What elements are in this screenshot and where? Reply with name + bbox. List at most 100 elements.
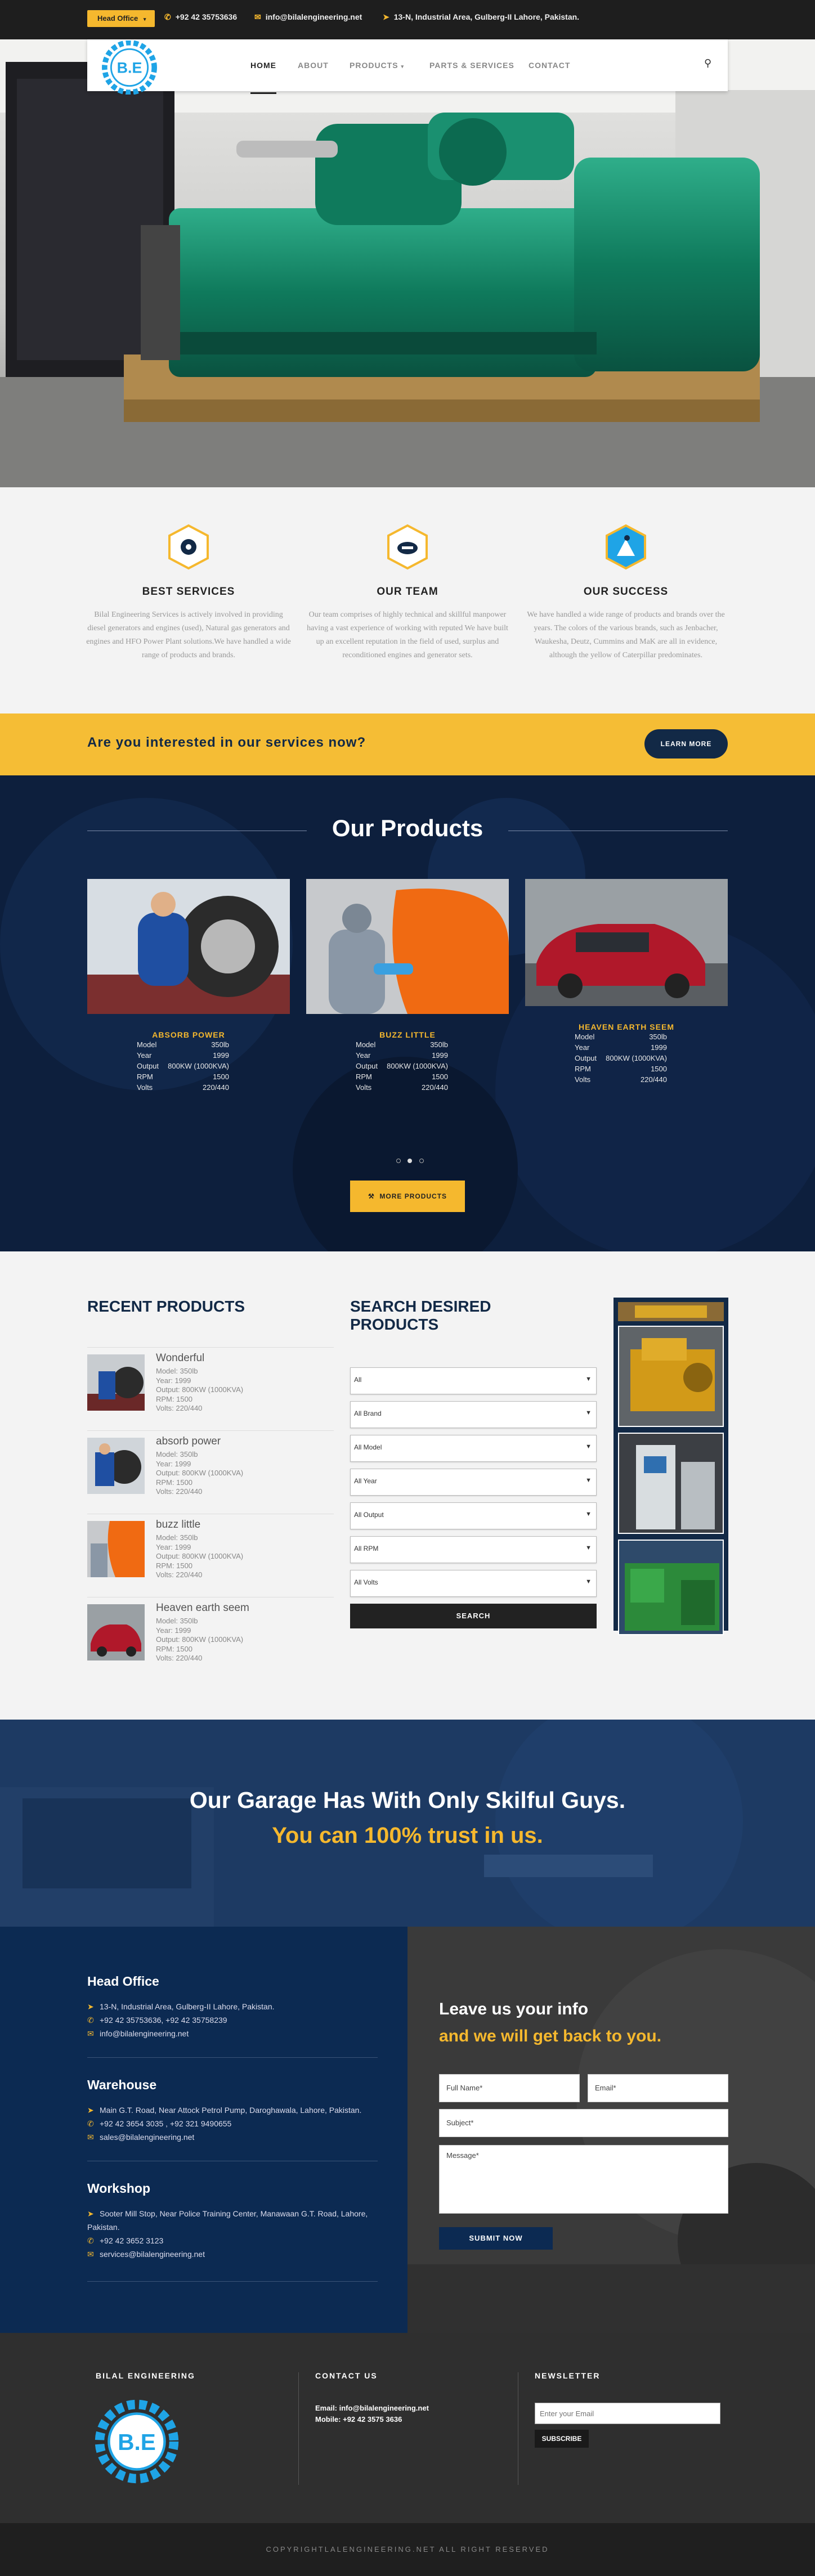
spec-row: Output 800KW (1000KVA) xyxy=(356,1062,448,1070)
nav-parts-services[interactable]: PARTS & SERVICES xyxy=(429,61,514,70)
logo[interactable]: B.E xyxy=(102,41,157,95)
recent-product-name[interactable]: Heaven earth seem xyxy=(156,1602,249,1614)
spec-row: Model 350lb xyxy=(137,1040,229,1049)
gallery-image[interactable] xyxy=(618,1433,724,1534)
learn-more-button[interactable]: LEARN MORE xyxy=(644,729,728,759)
cta-question: Are you interested in our services now? xyxy=(87,735,366,750)
recent-product-name[interactable]: absorb power xyxy=(156,1435,221,1448)
footer-logo[interactable]: B.E xyxy=(95,2399,179,2484)
gallery-image[interactable] xyxy=(618,1540,724,1635)
carousel-dot-active[interactable] xyxy=(408,1159,413,1163)
product-name: ABSORB POWER xyxy=(152,1030,225,1039)
recent-product-name[interactable]: Wonderful xyxy=(156,1352,204,1365)
search-products-title: SEARCH DESIRED PRODUCTS xyxy=(350,1298,491,1333)
envelope-icon: ✉ xyxy=(254,12,261,21)
select-brand[interactable]: All Brand ▼ xyxy=(350,1401,597,1428)
subject-field[interactable]: Subject* xyxy=(439,2109,728,2137)
product-card[interactable]: BUZZ LITTLE Model 350lb Year 1999 Output 80… xyxy=(306,879,509,1093)
feature-title: OUR SUCCESS xyxy=(583,586,669,598)
office-label: Head Office xyxy=(97,14,138,23)
product-thumbnail xyxy=(87,1604,145,1661)
caret-down-icon: ▼ xyxy=(585,1511,592,1518)
feature-text: We have handled a wide range of products… xyxy=(527,611,725,659)
feature-text: Our team comprises of highly technical a… xyxy=(307,611,508,659)
features-section: BEST SERVICES Bilal Engineering Services… xyxy=(0,487,815,713)
garage-banner: Our Garage Has With Only Skilful Guys. Y… xyxy=(0,1720,815,1927)
gallery-image[interactable] xyxy=(618,1302,724,1321)
full-name-field[interactable]: Full Name* xyxy=(439,2074,580,2102)
search-button[interactable]: SEARCH xyxy=(350,1604,597,1628)
svg-text:B.E: B.E xyxy=(118,2429,156,2455)
select-rpm[interactable]: All RPM ▼ xyxy=(350,1536,597,1563)
more-products-button[interactable]: ⚒ MORE PRODUCTS xyxy=(350,1181,465,1212)
product-card[interactable]: ABSORB POWER Model 350lb Year 1999 Output 8… xyxy=(87,879,290,1093)
email-field[interactable]: Email* xyxy=(588,2074,728,2102)
footer-email[interactable]: Email: info@bilalengineering.net xyxy=(315,2403,429,2414)
envelope-icon: ✉ xyxy=(87,2250,94,2259)
warehouse-email[interactable]: ✉ sales@bilalengineering.net xyxy=(87,2130,361,2144)
feature-our-success: OUR SUCCESS We have handled a wide range… xyxy=(519,523,733,662)
select-category[interactable]: All ▼ xyxy=(350,1367,597,1394)
footer-divider xyxy=(298,2372,299,2485)
topbar-phone-text: +92 42 35753636 xyxy=(175,12,238,21)
recent-product-name[interactable]: buzz little xyxy=(156,1519,200,1531)
topbar-phone: ✆ +92 42 35753636 xyxy=(164,12,237,22)
office-addresses: Head Office ➤ 13-N, Industrial Area, Gulb… xyxy=(0,1927,408,2333)
hero-generator-image xyxy=(0,39,815,487)
nav-contact[interactable]: CONTACT xyxy=(529,61,570,70)
subscribe-button[interactable]: SUBSCRIBE xyxy=(535,2430,589,2448)
topbar-email[interactable]: ✉ info@bilalengineering.net xyxy=(254,12,362,22)
workshop-email[interactable]: ✉ services@bilalengineering.net xyxy=(87,2247,380,2261)
feature-title: OUR TEAM xyxy=(377,586,438,598)
nav-products[interactable]: PRODUCTS ▾ xyxy=(350,61,404,70)
list-item[interactable]: Wonderful Model: 350lb Year: 1999 Output: … xyxy=(87,1347,334,1430)
spec-row: Model 350lb xyxy=(356,1040,448,1049)
location-arrow-icon: ➤ xyxy=(87,2209,94,2218)
product-thumbnail xyxy=(87,1521,145,1577)
nav-about[interactable]: ABOUT xyxy=(298,61,329,70)
carousel-dot[interactable] xyxy=(419,1159,424,1163)
gallery-image[interactable] xyxy=(618,1326,724,1427)
head-office-email[interactable]: ✉ info@bilalengineering.net xyxy=(87,2027,275,2040)
phone-icon: ✆ xyxy=(87,2119,94,2128)
recent-product-specs: Model: 350lb Year: 1999 Output: 800KW (100… xyxy=(156,1533,244,1579)
cta-banner: Are you interested in our services now? … xyxy=(0,713,815,775)
message-field[interactable]: Message* xyxy=(439,2145,728,2214)
form-subtitle: and we will get back to you. xyxy=(439,2027,662,2045)
red-car-image xyxy=(525,879,728,1006)
caret-down-icon: ▼ xyxy=(585,1545,592,1551)
form-title: Leave us your info xyxy=(439,2000,589,2018)
carousel-dot[interactable] xyxy=(396,1159,401,1163)
product-card[interactable]: HEAVEN EARTH SEEM Model 350lb Year 1999 Ou… xyxy=(525,879,728,1085)
recent-products-title: RECENT PRODUCTS xyxy=(87,1298,245,1315)
list-item[interactable]: absorb power Model: 350lb Year: 1999 Outpu… xyxy=(87,1430,334,1514)
location-arrow-icon: ➤ xyxy=(87,2106,94,2115)
location-arrow-icon: ➤ xyxy=(383,12,389,21)
office-dropdown[interactable]: Head Office ▾ xyxy=(87,10,155,27)
divider xyxy=(87,2057,378,2058)
recent-search-section: RECENT PRODUCTS Wonderful Model: 350lb Ye… xyxy=(0,1251,815,1720)
chevron-down-icon: ▾ xyxy=(143,16,146,22)
phone-icon: ✆ xyxy=(87,2236,94,2245)
search-icon[interactable]: ⚲ xyxy=(704,57,711,69)
topbar-address-text: 13-N, Industrial Area, Gulberg-II Lahore… xyxy=(393,12,580,21)
select-year[interactable]: All Year ▼ xyxy=(350,1469,597,1496)
list-item[interactable]: buzz little Model: 350lb Year: 1999 Output… xyxy=(87,1514,334,1597)
more-products-label: MORE PRODUCTS xyxy=(379,1192,447,1200)
nav-home[interactable]: HOME xyxy=(250,61,276,94)
spec-row: Volts 220/440 xyxy=(356,1083,448,1092)
select-model[interactable]: All Model ▼ xyxy=(350,1435,597,1462)
submit-button[interactable]: SUBMIT NOW xyxy=(439,2227,553,2250)
footer-mobile: Mobile: +92 42 3575 3636 xyxy=(315,2415,402,2424)
caret-down-icon: ▼ xyxy=(585,1477,592,1484)
envelope-icon: ✉ xyxy=(87,2029,94,2038)
newsletter-email-input[interactable] xyxy=(535,2403,720,2424)
list-item[interactable]: Heaven earth seem Model: 350lb Year: 1999… xyxy=(87,1597,334,1680)
caret-down-icon: ▼ xyxy=(585,1410,592,1416)
nav-products-label: PRODUCTS xyxy=(350,61,398,70)
wrench-icon: ⚒ xyxy=(368,1192,375,1200)
spec-row: Volts 220/440 xyxy=(137,1083,229,1092)
select-output[interactable]: All Output ▼ xyxy=(350,1502,597,1529)
select-volts[interactable]: All Volts ▼ xyxy=(350,1570,597,1597)
location-arrow-icon: ➤ xyxy=(87,2002,94,2011)
